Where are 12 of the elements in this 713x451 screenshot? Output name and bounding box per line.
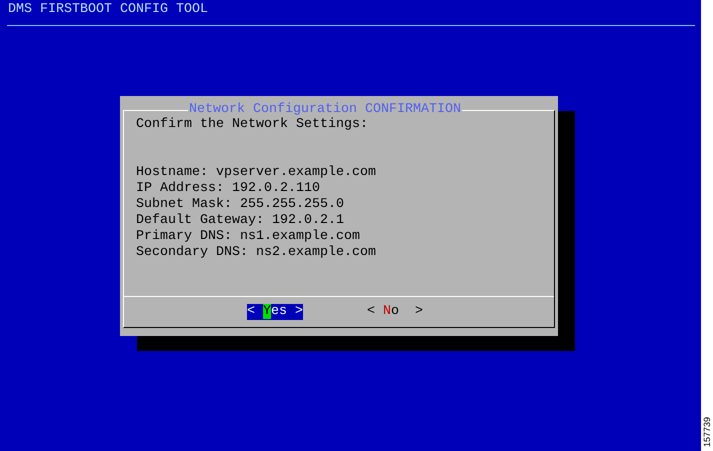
figure-number: 157739 xyxy=(702,416,712,447)
setting-text: Primary DNS: ns1.example.com xyxy=(136,229,361,245)
setting-text: Secondary DNS: ns2.example.com xyxy=(136,245,377,261)
setting-text: IP Address: 192.0.2.110 xyxy=(136,181,321,197)
setting-text: Subnet Mask: 255.255.255.0 xyxy=(136,197,345,213)
setting-text: Hostname: vpserver.example.com xyxy=(136,165,377,181)
setting-text: Default Gateway: 192.0.2.1 xyxy=(136,213,345,229)
dialog-title: Network Configuration CONFIRMATION xyxy=(188,103,462,117)
dialog-button[interactable]: < No > xyxy=(367,304,423,320)
dialog-button[interactable]: < Yes > xyxy=(247,304,303,320)
screen-title: DMS FIRSTBOOT CONFIG TOOL xyxy=(8,2,209,18)
prompt-text: Confirm the Network Settings: xyxy=(136,117,369,133)
